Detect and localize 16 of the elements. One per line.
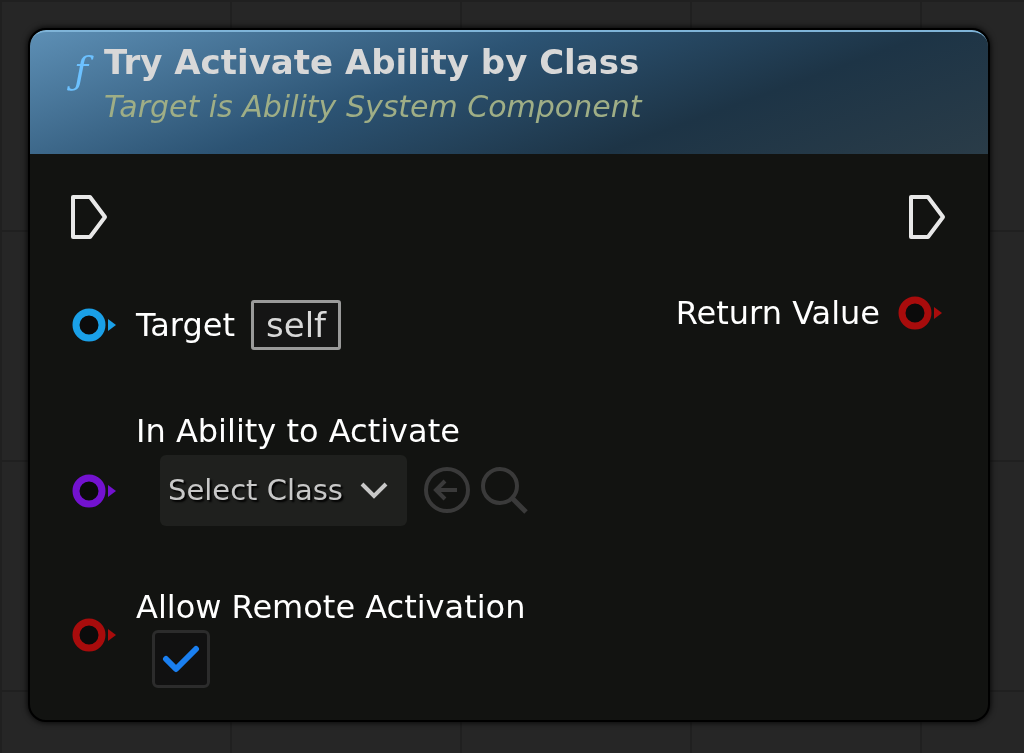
node-title: Try Activate Ability by Class — [104, 42, 641, 83]
function-icon: ƒ — [66, 42, 97, 100]
pin-label: Return Value — [675, 294, 880, 333]
exec-pin-icon[interactable] — [908, 194, 946, 240]
pin-label: Target — [136, 305, 235, 345]
pin-label: Allow Remote Activation — [136, 588, 526, 627]
node-subtitle: Target is Ability System Component — [104, 88, 642, 125]
search-button[interactable] — [479, 465, 529, 516]
exec-pin-icon[interactable] — [70, 194, 108, 240]
use-selected-button[interactable] — [423, 466, 471, 515]
value-field[interactable]: self — [251, 300, 342, 351]
pin-label: In Ability to Activate — [136, 412, 461, 451]
checkbox[interactable] — [152, 630, 210, 689]
chevron-down-icon — [359, 481, 389, 500]
class-dropdown[interactable]: Select Class — [160, 454, 407, 527]
check-icon — [162, 644, 200, 675]
